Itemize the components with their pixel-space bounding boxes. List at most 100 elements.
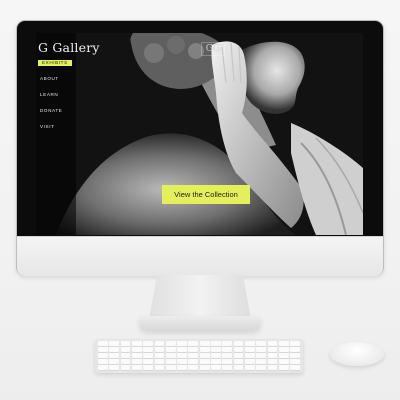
keyboard-key bbox=[222, 347, 233, 352]
keyboard-key bbox=[199, 365, 210, 370]
keyboard-key bbox=[222, 359, 233, 364]
keyboard-key bbox=[278, 359, 289, 364]
keyboard-key bbox=[188, 359, 199, 364]
keyboard-key bbox=[120, 341, 131, 346]
nav-item-visit[interactable]: VISIT bbox=[38, 124, 57, 130]
keyboard-key bbox=[131, 359, 142, 364]
keyboard-key bbox=[131, 341, 142, 346]
keyboard-key bbox=[120, 347, 131, 352]
keyboard-key bbox=[120, 353, 131, 358]
keyboard-key bbox=[177, 353, 187, 358]
sculpture-hero-image bbox=[36, 33, 363, 235]
keyboard-key bbox=[199, 341, 210, 346]
keyboard-key bbox=[109, 353, 120, 358]
keyboard-key bbox=[165, 359, 176, 364]
keyboard-key bbox=[244, 365, 255, 370]
keyboard-key bbox=[188, 347, 199, 352]
nav-item-exhibits[interactable]: EXHIBITS bbox=[38, 60, 72, 66]
keyboard-key bbox=[290, 365, 300, 370]
site-logo[interactable]: G Gallery bbox=[38, 40, 100, 55]
keyboard-key bbox=[143, 365, 154, 370]
keyboard-key bbox=[98, 347, 108, 352]
keyboard-key bbox=[98, 353, 108, 358]
keyboard-key bbox=[154, 347, 165, 352]
keyboard-key bbox=[222, 341, 233, 346]
keyboard-key bbox=[177, 347, 187, 352]
keyboard-key bbox=[256, 347, 267, 352]
keyboard-key bbox=[199, 347, 210, 352]
keyboard-key bbox=[109, 347, 120, 352]
view-collection-button[interactable]: View the Collection bbox=[162, 185, 250, 204]
keyboard-key bbox=[109, 365, 120, 370]
monitor-stand-base bbox=[140, 316, 260, 330]
keyboard-key bbox=[267, 347, 278, 352]
keyboard-key bbox=[177, 359, 187, 364]
website-screen: G Gallery GG EXHIBITS ABOUT LEARN DONATE… bbox=[36, 33, 363, 235]
keyboard-key bbox=[256, 341, 267, 346]
keyboard-key bbox=[233, 341, 244, 346]
keyboard-key bbox=[256, 365, 267, 370]
keyboard-key bbox=[165, 341, 176, 346]
keyboard-key bbox=[244, 347, 255, 352]
keyboard-key bbox=[98, 365, 108, 370]
keyboard-key bbox=[165, 365, 176, 370]
keyboard-key bbox=[154, 353, 165, 358]
keyboard-key bbox=[233, 359, 244, 364]
keyboard-key bbox=[154, 365, 165, 370]
keyboard-key bbox=[290, 353, 300, 358]
keyboard-key bbox=[143, 359, 154, 364]
keyboard-key bbox=[222, 365, 233, 370]
keyboard-key bbox=[188, 353, 199, 358]
mouse-icon bbox=[330, 342, 384, 366]
keyboard-key bbox=[154, 359, 165, 364]
keyboard-key bbox=[109, 341, 120, 346]
keyboard-key bbox=[98, 341, 108, 346]
keyboard-key bbox=[290, 347, 300, 352]
keyboard-key bbox=[154, 341, 165, 346]
keyboard-key bbox=[244, 353, 255, 358]
keyboard-key bbox=[131, 347, 142, 352]
keyboard-key bbox=[177, 365, 187, 370]
monitor-chin bbox=[17, 236, 383, 276]
keyboard-key bbox=[267, 353, 278, 358]
keyboard-key bbox=[267, 365, 278, 370]
keyboard-key bbox=[233, 347, 244, 352]
keyboard-icon bbox=[95, 339, 303, 373]
keyboard-key bbox=[131, 353, 142, 358]
keyboard-key bbox=[98, 359, 108, 364]
keyboard-key bbox=[256, 359, 267, 364]
keyboard-key bbox=[278, 347, 289, 352]
keyboard-key bbox=[120, 359, 131, 364]
keyboard-key bbox=[109, 359, 120, 364]
keyboard-key bbox=[244, 341, 255, 346]
nav-item-donate[interactable]: DONATE bbox=[38, 108, 64, 114]
keyboard-key bbox=[211, 353, 221, 358]
keyboard-key bbox=[211, 341, 221, 346]
site-nav: EXHIBITS ABOUT LEARN DONATE VISIT bbox=[38, 60, 72, 140]
keyboard-key bbox=[233, 353, 244, 358]
keyboard-key bbox=[290, 359, 300, 364]
keyboard-key bbox=[278, 341, 289, 346]
keyboard-key bbox=[222, 353, 233, 358]
keyboard-key bbox=[267, 359, 278, 364]
keyboard-key bbox=[267, 341, 278, 346]
keyboard-key bbox=[278, 353, 289, 358]
brand-mark: GG bbox=[201, 42, 225, 56]
keyboard-key bbox=[143, 353, 154, 358]
keyboard-key bbox=[165, 347, 176, 352]
monitor-stand bbox=[149, 275, 251, 319]
keyboard-key bbox=[188, 365, 199, 370]
keyboard-key bbox=[143, 341, 154, 346]
keyboard-key bbox=[143, 347, 154, 352]
nav-item-learn[interactable]: LEARN bbox=[38, 92, 60, 98]
keyboard-key bbox=[244, 359, 255, 364]
keyboard-key bbox=[278, 365, 289, 370]
keyboard-key bbox=[211, 365, 221, 370]
keyboard-key bbox=[165, 353, 176, 358]
keyboard-key bbox=[131, 365, 142, 370]
keyboard-key bbox=[290, 341, 300, 346]
keyboard-key bbox=[211, 359, 221, 364]
keyboard-key bbox=[120, 365, 131, 370]
nav-item-about[interactable]: ABOUT bbox=[38, 76, 61, 82]
keyboard-key bbox=[233, 365, 244, 370]
